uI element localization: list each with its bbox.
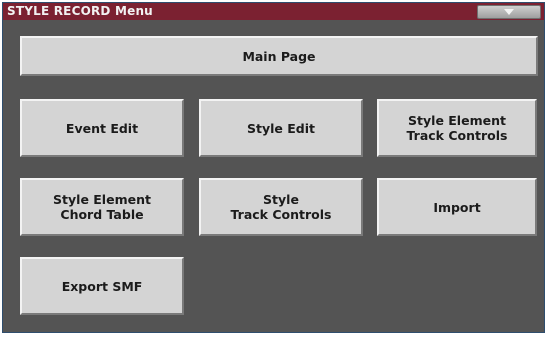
style-track-controls-button[interactable]: Style Track Controls bbox=[199, 178, 363, 236]
main-page-button[interactable]: Main Page bbox=[20, 36, 538, 76]
style-record-menu-window: STYLE RECORD Menu Main Page Event Edit S… bbox=[2, 2, 545, 333]
event-edit-button[interactable]: Event Edit bbox=[20, 99, 184, 157]
import-button[interactable]: Import bbox=[377, 178, 537, 236]
style-element-track-controls-button[interactable]: Style Element Track Controls bbox=[377, 99, 537, 157]
style-element-chord-table-button[interactable]: Style Element Chord Table bbox=[20, 178, 184, 236]
chevron-down-icon bbox=[504, 9, 514, 15]
title-bar: STYLE RECORD Menu bbox=[3, 3, 544, 20]
export-smf-button[interactable]: Export SMF bbox=[20, 257, 184, 315]
style-edit-button[interactable]: Style Edit bbox=[199, 99, 363, 157]
page-title: STYLE RECORD Menu bbox=[7, 4, 153, 18]
page-menu-button[interactable] bbox=[477, 5, 541, 19]
